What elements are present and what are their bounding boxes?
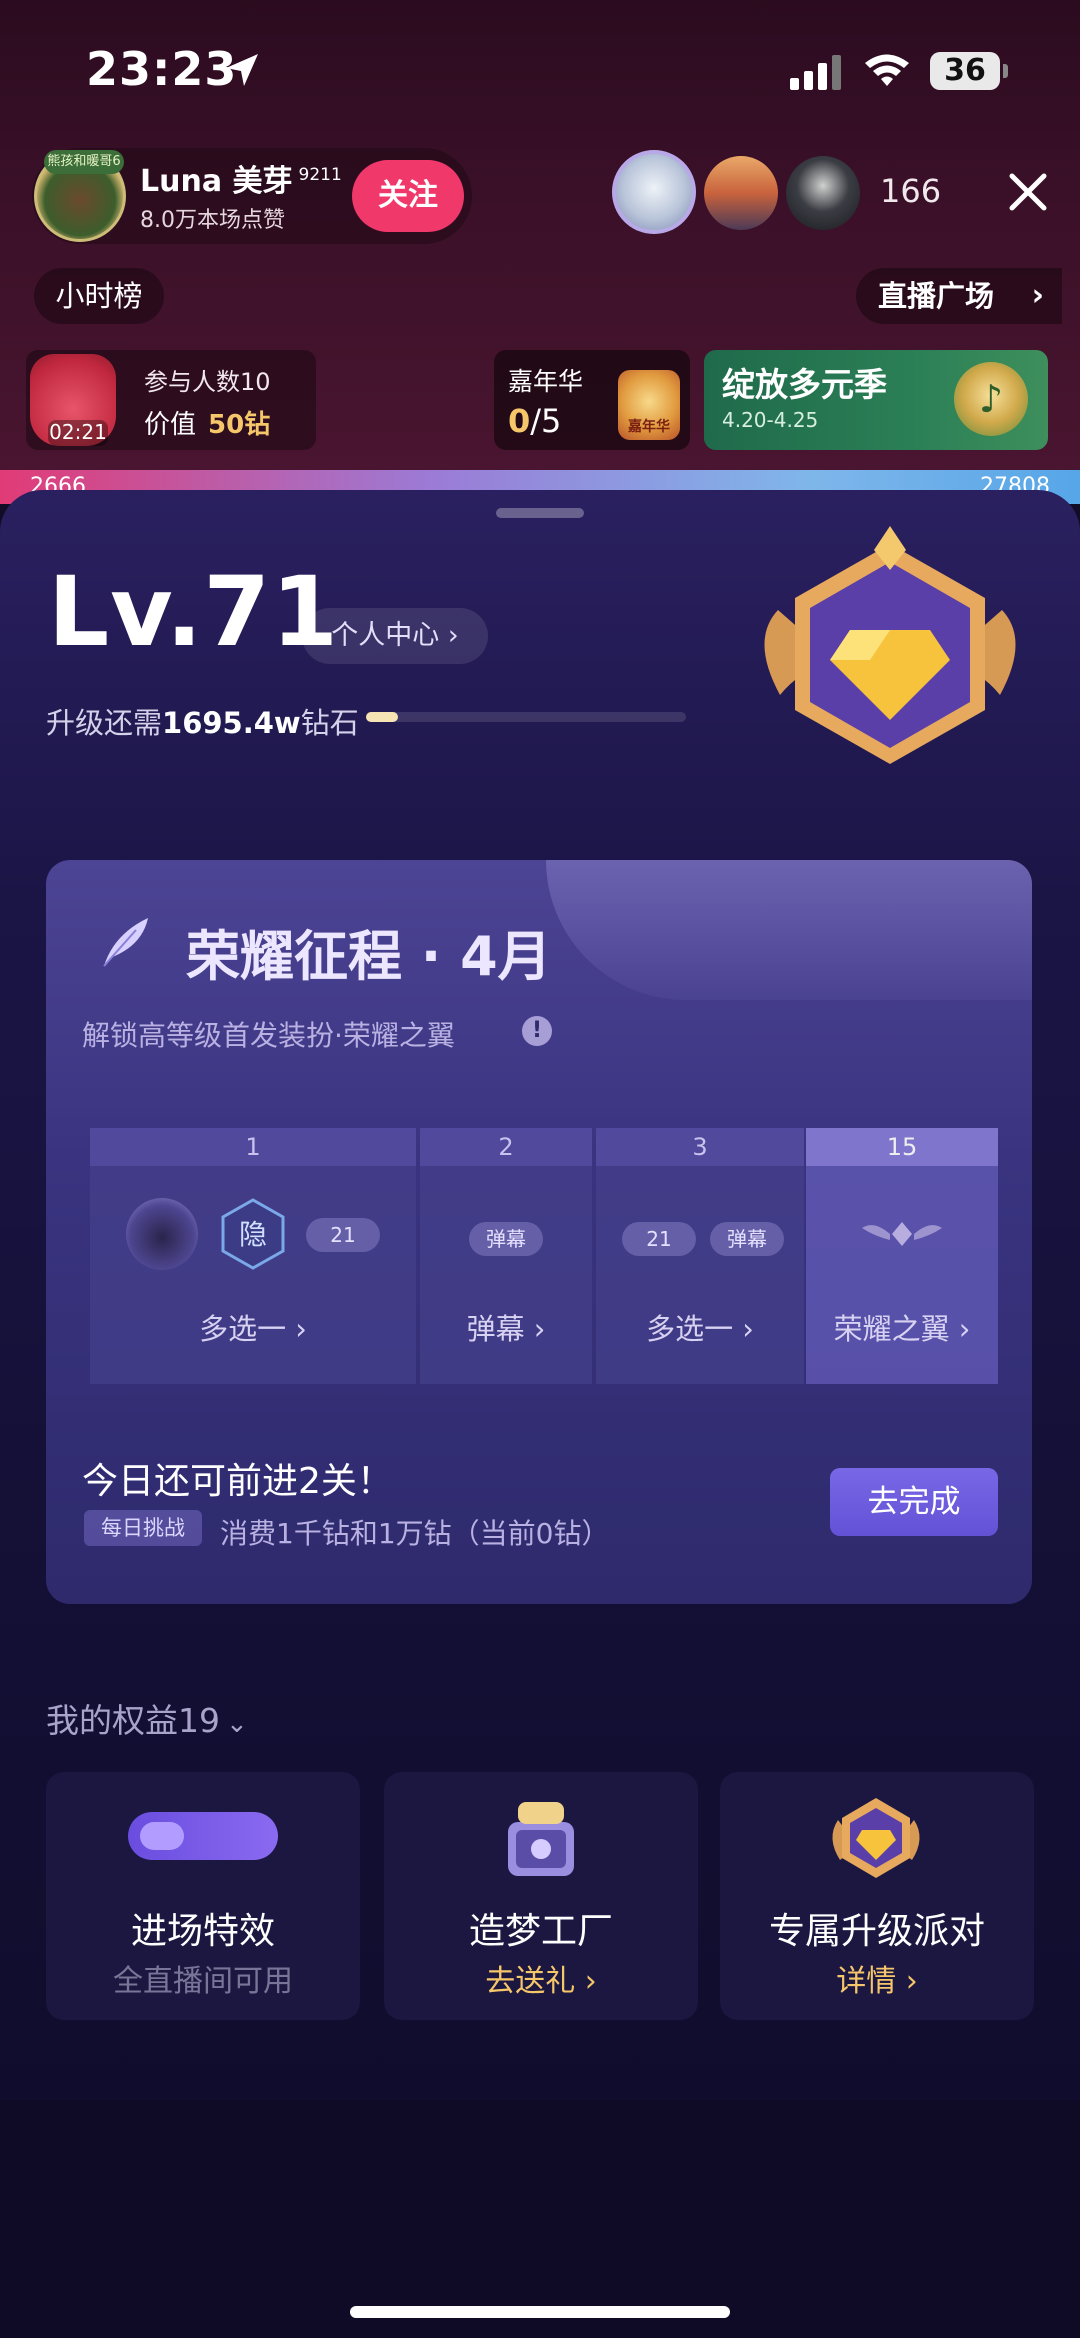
right-card-sub: 全直播间可用 xyxy=(113,1964,293,1999)
upgrade-prefix: 升级还需 xyxy=(46,706,163,740)
right-card-link[interactable]: 去送礼 › xyxy=(384,1956,698,2000)
info-icon[interactable]: ! xyxy=(522,1016,552,1046)
danmaku-chip: 弹幕 xyxy=(710,1222,784,1256)
right-card-upgrade-party[interactable]: 专属升级派对 详情 › xyxy=(720,1772,1034,2020)
upgrade-amount: 1695.4w xyxy=(162,706,301,740)
upgrade-suffix: 钻石 xyxy=(300,706,359,740)
go-complete-button[interactable]: 去完成 xyxy=(830,1468,998,1536)
upgrade-requirement: 升级还需1695.4w钻石 xyxy=(46,700,359,742)
my-rights-toggle[interactable]: 我的权益19 ⌄ xyxy=(46,1694,248,1742)
glory-title: 荣耀征程 · 4月 xyxy=(186,925,552,988)
diamond-21-chip: 21 xyxy=(622,1222,696,1256)
right-card-link[interactable]: 详情 › xyxy=(720,1956,1034,2000)
dream-factory-icon xyxy=(508,1802,574,1876)
today-remaining: 今日还可前进2关！ xyxy=(82,1461,393,1502)
right-card-title: 造梦工厂 xyxy=(468,1911,613,1952)
sheet-bottom-area xyxy=(0,2100,1080,2338)
chevron-down-icon: ⌄ xyxy=(226,1709,248,1739)
host-name: Luna 美芽 9211 xyxy=(140,156,342,200)
hooded-avatar-icon xyxy=(126,1198,198,1270)
right-card-title: 专属升级派对 xyxy=(768,1911,985,1952)
carnival-progress: 0/5 xyxy=(508,402,561,440)
host-fan-badge: 熊孩和暖哥6 xyxy=(44,150,124,174)
feather-icon xyxy=(103,918,148,967)
hourly-rank-button[interactable]: 小时榜 xyxy=(34,268,164,324)
season-title: 绽放多元季 xyxy=(722,365,887,404)
stage-15[interactable]: 15 荣耀之翼 › xyxy=(806,1128,998,1384)
live-plaza-label: 直播广场 xyxy=(878,279,995,313)
my-rights-title: 我的权益19 xyxy=(46,1701,220,1740)
cellular-signal-icon xyxy=(790,55,841,90)
host-name-text: Luna 美芽 xyxy=(140,164,293,199)
red-bag-timer: 02:21 xyxy=(48,420,108,446)
stage-number: 15 xyxy=(806,1128,998,1166)
red-bag-value-amount: 50钻 xyxy=(208,410,271,440)
glory-wing-icon xyxy=(862,1222,942,1246)
battery-indicator: 36 xyxy=(930,52,1008,90)
stage-3[interactable]: 3 21 弹幕 多选一 › xyxy=(596,1128,804,1384)
red-bag-value-label: 价值 xyxy=(144,410,197,440)
stage-number: 1 xyxy=(90,1128,416,1166)
carnival-progress-current: 0 xyxy=(508,402,531,440)
wifi-icon xyxy=(865,54,909,86)
close-icon[interactable] xyxy=(1006,170,1050,214)
stage-label: 多选一 › xyxy=(646,1312,754,1346)
viewer-avatar[interactable] xyxy=(786,156,860,230)
level-progress-fill xyxy=(366,712,398,722)
level-badge-icon xyxy=(764,526,1016,764)
stage-number: 2 xyxy=(420,1128,592,1166)
carnival-progress-total: /5 xyxy=(530,402,562,440)
glory-wing-decoration xyxy=(546,860,1032,1000)
right-card-title: 进场特效 xyxy=(130,1911,275,1952)
toggle-knob xyxy=(140,1822,184,1850)
stage-label: 荣耀之翼 › xyxy=(833,1312,971,1346)
daily-challenge-text: 消费1千钻和1万钻（当前0钻） xyxy=(220,1517,610,1550)
chevron-right-icon: › xyxy=(1031,278,1044,313)
carnival-icon: 嘉年华 xyxy=(618,370,680,440)
sheet-grabber[interactable] xyxy=(496,508,584,518)
right-card-entrance-effect[interactable]: 进场特效 全直播间可用 xyxy=(46,1772,360,2020)
level-label: Lv.71 xyxy=(48,556,339,668)
entrance-effect-toggle-icon xyxy=(128,1812,278,1860)
status-time: 23:23 xyxy=(86,42,238,96)
stage-label: 弹幕 › xyxy=(466,1312,546,1346)
season-dates: 4.20-4.25 xyxy=(722,408,819,432)
carnival-label: 嘉年华 xyxy=(508,367,584,396)
stage-number: 3 xyxy=(596,1128,804,1166)
red-bag-participants: 参与人数10 xyxy=(144,368,271,396)
right-card-dream-factory[interactable]: 造梦工厂 去送礼 › xyxy=(384,1772,698,2020)
host-level: 9211 xyxy=(298,165,342,185)
level-progress-track xyxy=(366,712,686,722)
hidden-hexagon-icon: 隐 xyxy=(221,1198,285,1270)
daily-challenge-tag: 每日挑战 xyxy=(84,1510,202,1546)
status-bar: 23:23 36 xyxy=(0,40,1080,110)
diamond-21-chip: 21 xyxy=(306,1218,380,1252)
stage-1[interactable]: 1 隐 21 多选一 › xyxy=(90,1128,416,1384)
stage-label: 多选一 › xyxy=(199,1312,307,1346)
carnival-icon-text: 嘉年华 xyxy=(628,419,670,435)
personal-center-button[interactable]: 个人中心 › xyxy=(302,608,488,664)
live-plaza-button[interactable]: 直播广场 › xyxy=(856,268,1062,324)
danmaku-chip: 弹幕 xyxy=(469,1222,543,1256)
hidden-char: 隐 xyxy=(239,1218,267,1251)
stage-2[interactable]: 2 弹幕 弹幕 › xyxy=(420,1128,592,1384)
music-note-icon: ♪ xyxy=(954,362,1028,436)
upgrade-party-badge-icon xyxy=(832,1798,920,1878)
home-indicator[interactable] xyxy=(350,2306,730,2318)
follow-button[interactable]: 关注 xyxy=(352,160,464,232)
glory-subtitle: 解锁高等级首发装扮·荣耀之翼 xyxy=(82,1019,455,1052)
viewer-avatar[interactable] xyxy=(704,156,778,230)
viewer-avatar[interactable] xyxy=(612,150,696,234)
viewer-count[interactable]: 166 xyxy=(880,172,941,210)
location-arrow-icon xyxy=(226,54,258,86)
red-bag-value: 价值 50钻 xyxy=(144,404,270,441)
host-likes: 8.0万本场点赞 xyxy=(140,208,285,233)
